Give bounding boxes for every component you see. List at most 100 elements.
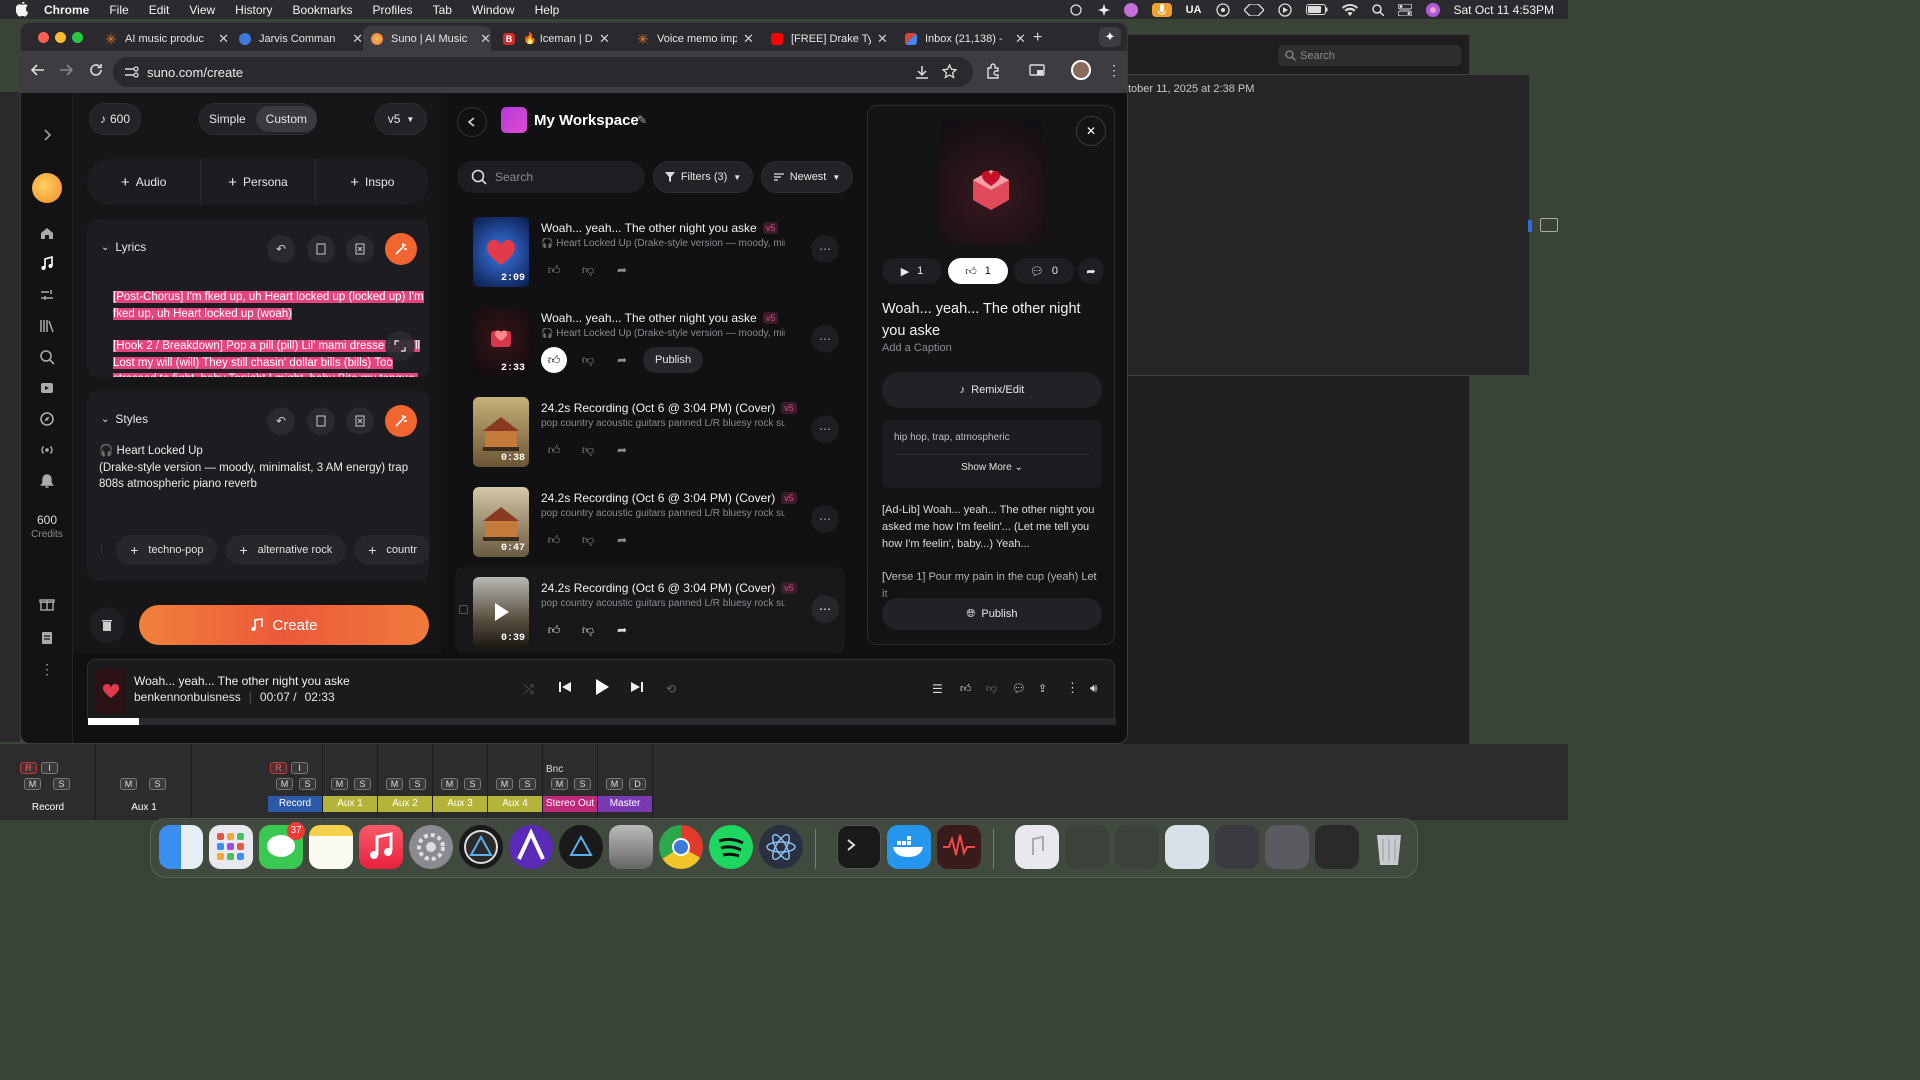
- bookmark-star-icon[interactable]: [942, 64, 957, 79]
- share-icon[interactable]: ➦: [1078, 258, 1104, 284]
- music-app-icon[interactable]: [359, 825, 403, 869]
- search-nav-icon[interactable]: [39, 349, 55, 365]
- menu-file[interactable]: File: [109, 3, 128, 17]
- mute-button[interactable]: M: [120, 778, 137, 790]
- caption-field[interactable]: Add a Caption: [882, 342, 952, 354]
- filters-button[interactable]: Filters (3) ▼: [653, 161, 753, 193]
- remix-edit-button[interactable]: ♪ Remix/Edit: [882, 372, 1102, 408]
- progress-track[interactable]: [88, 718, 1116, 725]
- share-icon[interactable]: ➦: [609, 437, 635, 463]
- expand-nav-icon[interactable]: [39, 127, 55, 143]
- recent-window-thumbnail[interactable]: [1315, 825, 1359, 869]
- more-options-icon[interactable]: ⋯: [811, 325, 839, 353]
- site-info-icon[interactable]: [125, 66, 139, 78]
- menubar-clock[interactable]: Sat Oct 11 4:53PM: [1454, 3, 1555, 17]
- more-options-icon[interactable]: ⋯: [811, 235, 839, 263]
- next-icon[interactable]: [630, 680, 644, 694]
- close-window-button[interactable]: [38, 32, 49, 43]
- extensions-icon[interactable]: [985, 63, 1001, 79]
- back-icon[interactable]: [31, 63, 45, 77]
- expand-icon[interactable]: [385, 331, 415, 361]
- publish-button[interactable]: 🌐︎ Publish: [882, 598, 1102, 630]
- finder-icon[interactable]: [159, 825, 203, 869]
- song-row[interactable]: 0:47 24.2s Recording (Oct 6 @ 3:04 PM) (…: [455, 477, 845, 563]
- share-icon[interactable]: ➦: [609, 527, 635, 553]
- explore-icon[interactable]: [39, 411, 55, 427]
- edit-pencil-icon[interactable]: ✎: [637, 113, 647, 127]
- channel-name[interactable]: Aux 1: [323, 796, 377, 812]
- mode-custom-button[interactable]: Custom: [255, 106, 318, 132]
- clear-lyrics-icon[interactable]: [346, 235, 374, 263]
- cloud-sync-icon[interactable]: [1068, 3, 1084, 16]
- menu-window[interactable]: Window: [472, 3, 515, 17]
- solo-button[interactable]: S: [574, 778, 591, 790]
- battery-icon[interactable]: [1305, 4, 1328, 15]
- close-icon[interactable]: ✕: [1076, 116, 1106, 146]
- clear-style-icon[interactable]: [346, 407, 374, 435]
- notes-icon[interactable]: [309, 825, 353, 869]
- share-icon[interactable]: ➦: [609, 347, 635, 373]
- channel-name[interactable]: Aux 2: [378, 796, 432, 812]
- menu-app-name[interactable]: Chrome: [44, 3, 89, 17]
- repeat-icon[interactable]: ⟲: [666, 682, 676, 696]
- atom-icon[interactable]: [759, 825, 803, 869]
- mute-button[interactable]: M: [386, 778, 403, 790]
- share-icon[interactable]: ⇪: [1038, 682, 1047, 695]
- detail-title[interactable]: Woah... yeah... The other night you aske: [882, 298, 1104, 342]
- menu-profiles[interactable]: Profiles: [373, 3, 413, 17]
- more-options-icon[interactable]: ⋯: [811, 595, 839, 623]
- channel-name[interactable]: Master: [598, 796, 652, 812]
- close-tab-icon[interactable]: ✕: [743, 31, 754, 47]
- player-title[interactable]: Woah... yeah... The other night you aske: [134, 674, 350, 688]
- solo-button[interactable]: S: [519, 778, 536, 790]
- close-tab-icon[interactable]: ✕: [599, 31, 610, 47]
- menu-view[interactable]: View: [189, 3, 215, 17]
- gift-icon[interactable]: [39, 596, 55, 612]
- style-tag[interactable]: + alternative rock: [225, 535, 347, 565]
- add-persona-button[interactable]: + Persona: [201, 159, 316, 205]
- select-checkbox[interactable]: [459, 605, 468, 614]
- solo-button[interactable]: S: [53, 778, 70, 790]
- tab-iceman[interactable]: B 🔥 Iceman | Dra ✕: [495, 26, 627, 51]
- dim-button[interactable]: D: [629, 778, 646, 790]
- trash-icon[interactable]: [1367, 825, 1411, 869]
- styles-header[interactable]: ⌄ Styles: [101, 412, 148, 426]
- documents-stack-icon[interactable]: [1115, 825, 1159, 869]
- sparkle-icon[interactable]: [1097, 3, 1110, 16]
- song-row[interactable]: 0:38 24.2s Recording (Oct 6 @ 3:04 PM) (…: [455, 387, 845, 473]
- sidebar-toggle-icon[interactable]: [1540, 218, 1558, 232]
- thumbs-down-icon[interactable]: 👎︎: [575, 527, 601, 553]
- show-more-button[interactable]: Show More ⌄: [882, 462, 1102, 473]
- mute-button[interactable]: M: [441, 778, 458, 790]
- tab-gmail[interactable]: Inbox (21,138) - ✕: [897, 26, 1029, 51]
- save-style-icon[interactable]: [307, 407, 335, 435]
- close-tab-icon[interactable]: ✕: [352, 31, 363, 47]
- voice-memos-icon[interactable]: [937, 825, 981, 869]
- player-artist[interactable]: benkennonbuisness: [134, 690, 241, 704]
- thumbs-up-icon[interactable]: 👍︎: [541, 527, 567, 553]
- gemini-icon[interactable]: ✦: [1099, 27, 1121, 47]
- zoom-window-button[interactable]: [72, 32, 83, 43]
- profile-status-icon[interactable]: [1123, 2, 1138, 17]
- undo-icon[interactable]: ↶: [267, 407, 295, 435]
- control-center-icon[interactable]: [1397, 3, 1412, 16]
- thumbs-down-icon[interactable]: 👎︎: [986, 682, 997, 695]
- spotify-icon[interactable]: [709, 825, 753, 869]
- style-tag[interactable]: + countr: [354, 535, 429, 565]
- menu-help[interactable]: Help: [535, 3, 560, 17]
- save-lyrics-icon[interactable]: [307, 235, 335, 263]
- keyboard-layout[interactable]: UA: [1186, 4, 1202, 16]
- download-icon[interactable]: [915, 65, 929, 79]
- search-input[interactable]: Search: [457, 161, 645, 193]
- recent-window-thumbnail[interactable]: [1265, 825, 1309, 869]
- thumbs-up-icon[interactable]: 👍︎: [541, 347, 567, 373]
- tab-drake-type[interactable]: [FREE] Drake Ty ✕: [763, 26, 895, 51]
- more-options-icon[interactable]: ⋯: [811, 415, 839, 443]
- cast-icon[interactable]: [1029, 64, 1045, 78]
- menu-history[interactable]: History: [235, 3, 272, 17]
- mute-button[interactable]: M: [276, 778, 293, 790]
- shuffle-icon[interactable]: ⤮: [524, 682, 534, 697]
- home-icon[interactable]: [39, 225, 55, 241]
- song-thumbnail[interactable]: 0:47: [473, 487, 529, 557]
- input-monitor-button[interactable]: I: [41, 762, 58, 774]
